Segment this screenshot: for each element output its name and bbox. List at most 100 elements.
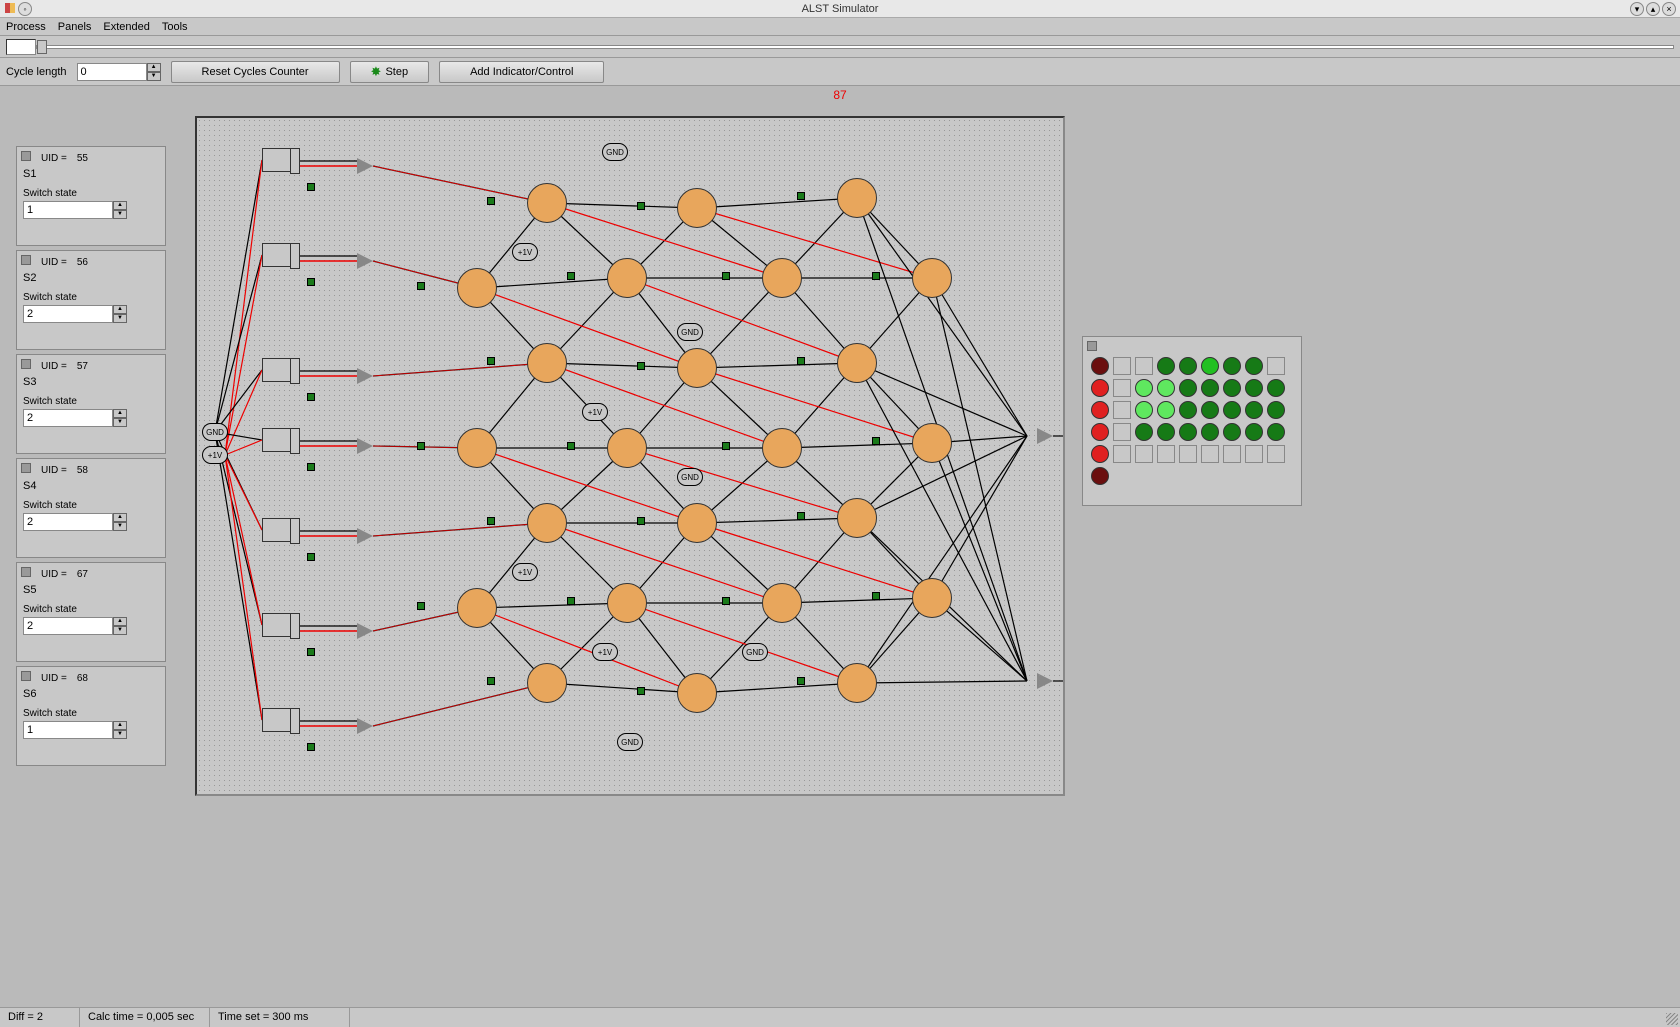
switch-control-card[interactable]: UID =58S4Switch state▲▼ xyxy=(16,458,166,558)
neuron-node[interactable] xyxy=(457,588,497,628)
drag-handle-icon[interactable] xyxy=(21,671,31,681)
neuron-node[interactable] xyxy=(837,498,877,538)
menu-panels[interactable]: Panels xyxy=(58,21,92,33)
buffer-icon[interactable] xyxy=(357,158,373,174)
window-menu-icon[interactable]: ◦ xyxy=(18,2,32,16)
drag-handle-icon[interactable] xyxy=(21,463,31,473)
switch-state-spinner[interactable]: ▲▼ xyxy=(23,305,159,323)
gate-block[interactable] xyxy=(262,358,300,382)
gate-block[interactable] xyxy=(262,518,300,542)
buffer-icon[interactable] xyxy=(357,528,373,544)
neuron-node[interactable] xyxy=(457,428,497,468)
switch-state-input[interactable] xyxy=(23,409,113,427)
switch-state-spinner[interactable]: ▲▼ xyxy=(23,617,159,635)
spin-down-icon[interactable]: ▼ xyxy=(113,418,127,427)
gate-block[interactable] xyxy=(262,613,300,637)
switch-state-spinner[interactable]: ▲▼ xyxy=(23,721,159,739)
resize-grip-icon[interactable] xyxy=(1666,1013,1678,1025)
gnd-node[interactable]: GND xyxy=(677,323,703,341)
spin-up-icon[interactable]: ▲ xyxy=(113,617,127,626)
switch-state-spinner[interactable]: ▲▼ xyxy=(23,201,159,219)
neuron-node[interactable] xyxy=(677,503,717,543)
neuron-node[interactable] xyxy=(527,343,567,383)
switch-state-input[interactable] xyxy=(23,617,113,635)
neuron-node[interactable] xyxy=(527,183,567,223)
switch-state-input[interactable] xyxy=(23,721,113,739)
spin-down-icon[interactable]: ▼ xyxy=(113,210,127,219)
switch-control-card[interactable]: UID =67S5Switch state▲▼ xyxy=(16,562,166,662)
drag-handle-icon[interactable] xyxy=(21,359,31,369)
switch-state-input[interactable] xyxy=(23,201,113,219)
gate-block[interactable] xyxy=(262,148,300,172)
spin-down-icon[interactable]: ▼ xyxy=(147,72,161,81)
slider-thumb[interactable] xyxy=(37,40,47,54)
neuron-node[interactable] xyxy=(762,258,802,298)
spin-up-icon[interactable]: ▲ xyxy=(113,721,127,730)
add-indicator-button[interactable]: Add Indicator/Control xyxy=(439,61,604,83)
gate-block[interactable] xyxy=(262,243,300,267)
cycle-length-input[interactable] xyxy=(77,63,147,81)
buffer-icon[interactable] xyxy=(1037,428,1053,444)
spin-up-icon[interactable]: ▲ xyxy=(113,305,127,314)
neuron-node[interactable] xyxy=(912,423,952,463)
neuron-node[interactable] xyxy=(912,578,952,618)
neuron-node[interactable] xyxy=(912,258,952,298)
buffer-icon[interactable] xyxy=(357,253,373,269)
spin-up-icon[interactable]: ▲ xyxy=(113,409,127,418)
schematic-canvas[interactable]: GND+1VGND+1VGND+1VGND+1V+1VGNDGND xyxy=(195,116,1065,796)
spin-down-icon[interactable]: ▼ xyxy=(113,522,127,531)
gnd-node[interactable]: GND xyxy=(602,143,628,161)
gnd-node[interactable]: GND xyxy=(742,643,768,661)
neuron-node[interactable] xyxy=(607,583,647,623)
spin-up-icon[interactable]: ▲ xyxy=(113,513,127,522)
menu-tools[interactable]: Tools xyxy=(162,21,188,33)
buffer-icon[interactable] xyxy=(357,368,373,384)
neuron-node[interactable] xyxy=(607,258,647,298)
switch-state-input[interactable] xyxy=(23,513,113,531)
neuron-node[interactable] xyxy=(457,268,497,308)
buffer-icon[interactable] xyxy=(1037,673,1053,689)
neuron-node[interactable] xyxy=(607,428,647,468)
drag-handle-icon[interactable] xyxy=(1087,341,1097,351)
neuron-node[interactable] xyxy=(837,178,877,218)
v1-node[interactable]: +1V xyxy=(202,446,228,464)
gnd-node[interactable]: GND xyxy=(617,733,643,751)
switch-state-spinner[interactable]: ▲▼ xyxy=(23,513,159,531)
spin-down-icon[interactable]: ▼ xyxy=(113,626,127,635)
switch-control-card[interactable]: UID =56S2Switch state▲▼ xyxy=(16,250,166,350)
v1-node[interactable]: +1V xyxy=(582,403,608,421)
switch-control-card[interactable]: UID =57S3Switch state▲▼ xyxy=(16,354,166,454)
neuron-node[interactable] xyxy=(837,343,877,383)
reset-cycles-button[interactable]: Reset Cycles Counter xyxy=(171,61,340,83)
neuron-node[interactable] xyxy=(677,188,717,228)
drag-handle-icon[interactable] xyxy=(21,255,31,265)
switch-state-input[interactable] xyxy=(23,305,113,323)
spin-up-icon[interactable]: ▲ xyxy=(147,63,161,72)
spin-down-icon[interactable]: ▼ xyxy=(113,730,127,739)
slider-value[interactable] xyxy=(6,39,36,55)
neuron-node[interactable] xyxy=(527,663,567,703)
maximize-icon[interactable]: ▴ xyxy=(1646,2,1660,16)
buffer-icon[interactable] xyxy=(357,718,373,734)
spin-down-icon[interactable]: ▼ xyxy=(113,314,127,323)
gnd-node[interactable]: GND xyxy=(202,423,228,441)
speed-slider[interactable] xyxy=(36,45,1674,49)
menu-extended[interactable]: Extended xyxy=(103,21,149,33)
led-panel[interactable] xyxy=(1082,336,1302,506)
spin-up-icon[interactable]: ▲ xyxy=(113,201,127,210)
minimize-icon[interactable]: ▾ xyxy=(1630,2,1644,16)
buffer-icon[interactable] xyxy=(357,438,373,454)
close-icon[interactable]: × xyxy=(1662,2,1676,16)
gate-block[interactable] xyxy=(262,708,300,732)
drag-handle-icon[interactable] xyxy=(21,151,31,161)
cycle-length-spinner[interactable]: ▲▼ xyxy=(77,63,161,81)
neuron-node[interactable] xyxy=(762,583,802,623)
switch-control-card[interactable]: UID =68S6Switch state▲▼ xyxy=(16,666,166,766)
neuron-node[interactable] xyxy=(527,503,567,543)
switch-control-card[interactable]: UID =55S1Switch state▲▼ xyxy=(16,146,166,246)
menu-process[interactable]: Process xyxy=(6,21,46,33)
step-button[interactable]: ✸Step xyxy=(350,61,430,83)
neuron-node[interactable] xyxy=(762,428,802,468)
v1-node[interactable]: +1V xyxy=(592,643,618,661)
gnd-node[interactable]: GND xyxy=(677,468,703,486)
